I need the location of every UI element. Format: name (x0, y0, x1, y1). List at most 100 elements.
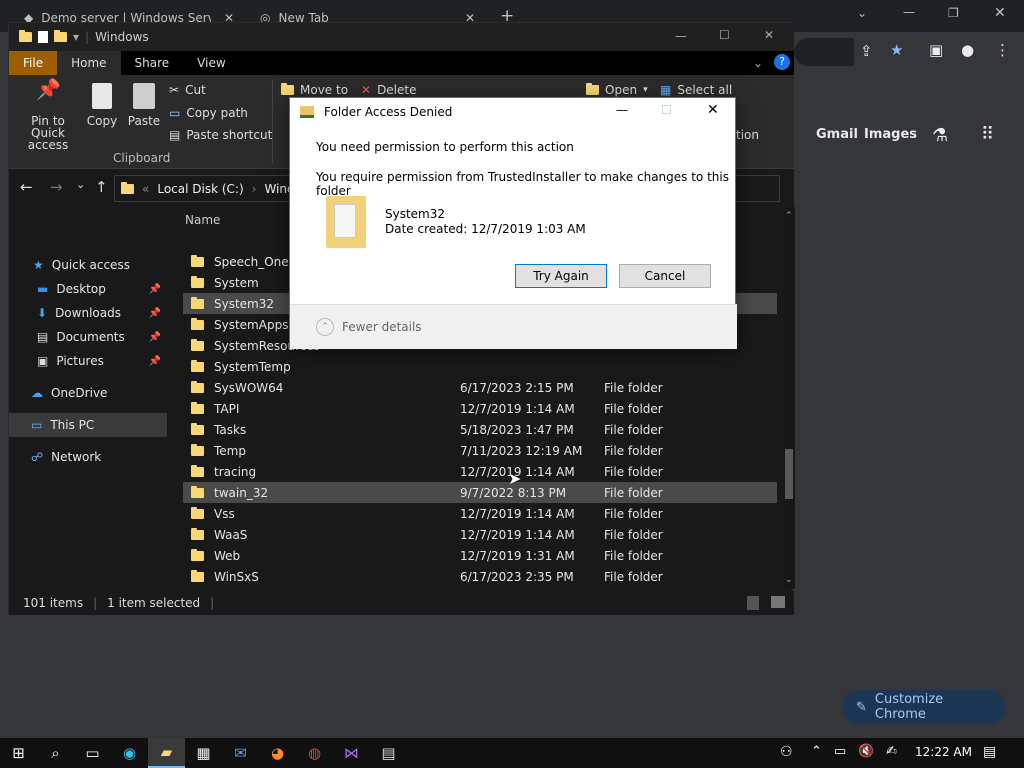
images-link[interactable]: Images (864, 127, 917, 142)
nav-item[interactable]: ☍ Network (9, 445, 167, 469)
chrome-taskbar-icon[interactable]: ◍ (296, 738, 333, 768)
nav-item[interactable]: ☁ OneDrive (9, 381, 167, 405)
visual-studio-icon[interactable]: ⋈ (333, 738, 370, 768)
network-tray-icon[interactable]: ▭ (834, 744, 846, 759)
file-row[interactable]: SystemTemp (183, 356, 777, 377)
volume-muted-icon[interactable]: 🔇 (858, 744, 874, 759)
command-prompt-icon[interactable]: ▤ (370, 738, 407, 768)
file-row[interactable]: TAPI 12/7/2019 1:14 AM File folder (183, 398, 777, 419)
breadcrumb-local-disk[interactable]: Local Disk (C:) (157, 182, 243, 196)
up-arrow-icon[interactable]: ↑ (95, 178, 108, 196)
file-row[interactable]: Temp 7/11/2023 12:19 AM File folder (183, 440, 777, 461)
nav-item[interactable]: ▤ Documents 📌 (9, 325, 167, 349)
search-icon[interactable]: ⌕ (37, 738, 74, 768)
file-row[interactable]: tracing 12/7/2019 1:14 AM File folder (183, 461, 777, 482)
edge-icon[interactable]: ◉ (111, 738, 148, 768)
try-again-button[interactable]: Try Again (515, 264, 607, 288)
menu-icon[interactable]: ⋮ (995, 41, 1010, 59)
minimize-icon[interactable]: — (616, 103, 628, 117)
select-all-button[interactable]: ▦ Select all (660, 83, 732, 97)
details-view-icon[interactable] (747, 596, 759, 610)
file-row[interactable]: SysWOW64 6/17/2023 2:15 PM File folder (183, 377, 777, 398)
back-arrow-icon[interactable]: ← (20, 178, 33, 196)
file-row[interactable]: twain_32 9/7/2022 8:13 PM File folder (183, 482, 777, 503)
customize-qat-icon[interactable]: ▾ (73, 30, 79, 44)
pin-icon: 📌 (148, 307, 161, 319)
open-button[interactable]: Open ▾ (586, 83, 648, 97)
nav-item[interactable]: ★ Quick access (9, 253, 167, 277)
recent-locations-icon[interactable]: ⌄ (76, 178, 85, 191)
start-windows-icon[interactable]: ⊞ (0, 738, 37, 768)
breadcrumb-overflow-icon[interactable]: « (142, 182, 149, 196)
file-row[interactable]: Vss 12/7/2019 1:14 AM File folder (183, 503, 777, 524)
new-folder-icon[interactable] (54, 30, 67, 42)
forward-arrow-icon[interactable]: → (50, 178, 63, 196)
clock[interactable]: 12:22 AM (915, 745, 972, 759)
cut-button[interactable]: ✂ Cut (169, 83, 206, 97)
scroll-up-icon[interactable]: ⌃ (785, 211, 793, 221)
people-icon[interactable]: ⚇ (780, 744, 793, 760)
expand-ribbon-icon[interactable]: ⌄ (753, 56, 763, 70)
delete-button[interactable]: ✕ Delete (361, 83, 417, 97)
task-view-icon[interactable]: ▭ (74, 738, 111, 768)
profile-icon[interactable]: ● (961, 41, 974, 59)
customize-chrome-button[interactable]: ✎ Customize Chrome (842, 690, 1006, 724)
paste-shortcut-button[interactable]: ▤ Paste shortcut (169, 128, 272, 142)
restore-icon[interactable]: ❐ (948, 6, 959, 20)
close-window-icon[interactable]: ✕ (994, 5, 1006, 21)
close-icon[interactable]: ✕ (764, 28, 774, 42)
item-count: 101 items (23, 596, 84, 610)
pin-quick-access-button[interactable]: 📌 Pin to Quick access (15, 79, 81, 151)
tab-file[interactable]: File (9, 51, 58, 75)
file-date: 9/7/2022 8:13 PM (460, 485, 567, 500)
omnibox[interactable] (794, 38, 854, 66)
gmail-link[interactable]: Gmail (816, 127, 858, 142)
move-to-button[interactable]: Move to (281, 83, 348, 97)
side-panel-icon[interactable]: ▣ (929, 41, 943, 59)
show-hidden-icons-icon[interactable]: ⌃ (811, 744, 822, 759)
copy-path-button[interactable]: ▭ Copy path (169, 106, 248, 120)
cancel-button[interactable]: Cancel (619, 264, 711, 288)
customize-label: Customize Chrome (874, 692, 944, 722)
calculator-icon[interactable]: ▦ (185, 738, 222, 768)
tab-share[interactable]: Share (121, 51, 184, 75)
fewer-details-link[interactable]: Fewer details (342, 320, 422, 334)
scrollbar-thumb[interactable] (785, 449, 793, 499)
nav-item[interactable]: ▣ Pictures 📌 (9, 349, 167, 373)
nav-item[interactable]: ▭ This PC (9, 413, 167, 437)
file-row[interactable]: Web 12/7/2019 1:31 AM File folder (183, 545, 777, 566)
collapse-chevron-icon[interactable]: ⌃ (316, 318, 334, 336)
copy-button[interactable]: Copy (87, 83, 117, 127)
close-icon[interactable]: ✕ (707, 102, 719, 118)
folder-icon (191, 380, 204, 393)
large-icons-view-icon[interactable] (771, 596, 785, 608)
vertical-scrollbar[interactable]: ⌃ ⌄ (783, 207, 795, 589)
breadcrumb-separator[interactable]: › (252, 182, 257, 196)
mail-icon[interactable]: ✉ (222, 738, 259, 768)
column-header-name[interactable]: Name (181, 213, 220, 233)
help-icon[interactable]: ? (774, 54, 790, 70)
tab-search-icon[interactable]: ⌄ (857, 6, 867, 20)
properties-icon[interactable] (38, 31, 48, 43)
nav-item[interactable]: ▬ Desktop 📌 (9, 277, 167, 301)
file-row[interactable]: WaaS 12/7/2019 1:14 AM File folder (183, 524, 777, 545)
file-row[interactable]: Tasks 5/18/2023 1:47 PM File folder (183, 419, 777, 440)
bookmark-star-icon[interactable]: ★ (890, 41, 903, 59)
apps-grid-icon[interactable]: ⠿ (981, 124, 994, 145)
scroll-down-icon[interactable]: ⌄ (785, 575, 793, 585)
firefox-icon[interactable]: ◕ (259, 738, 296, 768)
tab-view[interactable]: View (183, 51, 239, 75)
minimize-icon[interactable]: — (903, 5, 915, 19)
pen-icon[interactable]: ✍ (886, 744, 897, 759)
nav-item[interactable]: ⬇ Downloads 📌 (9, 301, 167, 325)
minimize-icon[interactable]: — (675, 29, 687, 43)
share-icon[interactable]: ⇪ (860, 42, 873, 60)
paste-button[interactable]: Paste (127, 83, 161, 127)
file-explorer-taskbar-icon[interactable]: ▰ (148, 738, 185, 768)
maximize-icon[interactable]: ☐ (719, 28, 730, 42)
labs-icon[interactable]: ⚗ (932, 125, 948, 146)
file-row[interactable]: WinSxS 6/17/2023 2:35 PM File folder (183, 566, 777, 587)
invert-selection-button[interactable]: tion (736, 128, 759, 142)
action-center-icon[interactable]: ▤ (983, 744, 996, 760)
tab-home[interactable]: Home (57, 51, 121, 75)
